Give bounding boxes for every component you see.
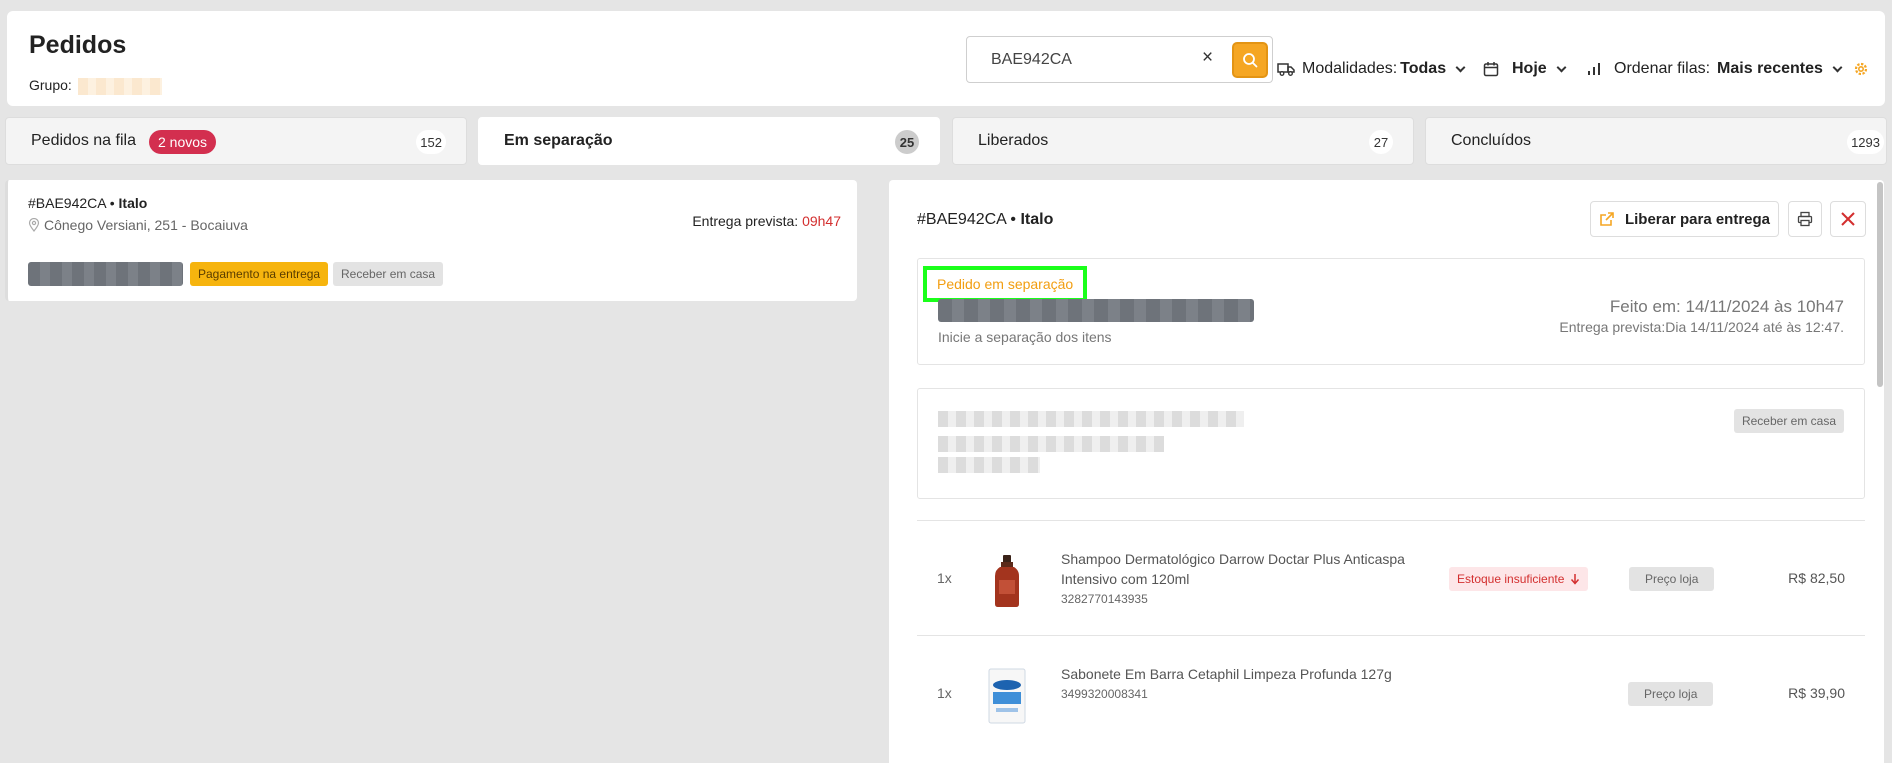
release-button[interactable]: Liberar para entrega bbox=[1590, 201, 1779, 237]
modality-label: Modalidades: bbox=[1302, 60, 1398, 77]
order-customer: Italo bbox=[118, 195, 148, 211]
redacted-customer-address bbox=[938, 436, 1164, 452]
group-label: Grupo: bbox=[29, 77, 72, 93]
tab-queue[interactable]: Pedidos na fila 2 novos 152 bbox=[5, 117, 467, 165]
tab-label: Em separação bbox=[504, 132, 613, 149]
redacted-status-bar bbox=[938, 299, 1254, 322]
separator-dot: • bbox=[1010, 211, 1021, 228]
item-code: 3499320008341 bbox=[1061, 687, 1148, 701]
customer-info-box: Receber em casa bbox=[917, 388, 1865, 499]
bars-icon bbox=[1588, 63, 1600, 75]
modality-value: Todas bbox=[1400, 60, 1447, 77]
close-icon bbox=[1841, 212, 1855, 226]
sort-filter[interactable]: Ordenar filas: Mais recentes bbox=[1587, 60, 1843, 78]
scrollbar[interactable] bbox=[1877, 182, 1883, 387]
chevron-down-icon bbox=[1556, 62, 1567, 72]
order-id-line: #BAE942CA • Italo bbox=[28, 195, 147, 211]
tab-completed[interactable]: Concluídos 1293 bbox=[1425, 117, 1887, 165]
new-orders-badge: 2 novos bbox=[149, 130, 217, 154]
eta-label: Entrega prevista: bbox=[692, 213, 799, 229]
order-id: #BAE942CA bbox=[28, 195, 106, 211]
order-address: Cônego Versiani, 251 - Bocaiuva bbox=[28, 217, 248, 233]
soap-box-icon bbox=[988, 668, 1026, 724]
redacted-customer-phone bbox=[938, 457, 1040, 473]
product-image bbox=[983, 668, 1031, 724]
sort-value: Mais recentes bbox=[1717, 60, 1823, 77]
item-price: R$ 82,50 bbox=[1788, 570, 1845, 586]
stock-badge: Estoque insuficiente bbox=[1449, 567, 1589, 591]
search-icon bbox=[1243, 53, 1258, 68]
address-text: Cônego Versiani, 251 - Bocaiuva bbox=[44, 217, 248, 233]
item-price: R$ 39,90 bbox=[1788, 685, 1845, 701]
item-info: Sabonete Em Barra Cetaphil Limpeza Profu… bbox=[1061, 664, 1441, 704]
detail-customer: Italo bbox=[1020, 211, 1054, 228]
item-quantity: 1x bbox=[937, 685, 952, 701]
calendar-icon bbox=[1483, 62, 1499, 77]
order-card[interactable]: #BAE942CA • Italo Cônego Versiani, 251 -… bbox=[5, 180, 857, 301]
gear-icon bbox=[1854, 62, 1868, 76]
group-value-redacted bbox=[77, 77, 162, 95]
status-box: Pedido em separação Inicie a separação d… bbox=[917, 258, 1865, 365]
tab-label: Liberados bbox=[978, 132, 1049, 149]
tab-count: 1293 bbox=[1847, 130, 1884, 154]
search-box: × bbox=[966, 36, 1273, 83]
product-image bbox=[983, 553, 1031, 609]
close-button[interactable] bbox=[1830, 201, 1866, 237]
tab-count: 27 bbox=[1369, 130, 1393, 154]
tab-count: 25 bbox=[895, 130, 919, 154]
redacted-tag bbox=[28, 262, 183, 286]
page-title: Pedidos bbox=[29, 31, 127, 59]
detail-order-id: #BAE942CA bbox=[917, 211, 1006, 228]
external-link-icon bbox=[1600, 212, 1614, 226]
eta-time: 09h47 bbox=[802, 213, 841, 229]
detail-title: #BAE942CA • Italo bbox=[917, 211, 1053, 229]
payment-tag: Pagamento na entrega bbox=[190, 262, 329, 286]
truck-icon bbox=[1277, 63, 1295, 76]
settings-button[interactable] bbox=[1853, 61, 1869, 82]
redacted-customer-name bbox=[938, 411, 1244, 427]
item-name: Sabonete Em Barra Cetaphil Limpeza Profu… bbox=[1061, 666, 1392, 682]
list-item: 1x Sabonete Em Barra Cetaphil Limpeza Pr… bbox=[917, 635, 1865, 751]
date-value: Hoje bbox=[1512, 60, 1547, 77]
printer-icon bbox=[1797, 211, 1813, 227]
detail-eta: Entrega prevista:Dia 14/11/2024 até às 1… bbox=[1559, 319, 1844, 335]
tab-label: Pedidos na fila bbox=[31, 132, 136, 149]
group-info: Grupo: bbox=[29, 77, 162, 95]
separator-dot: • bbox=[109, 195, 119, 211]
made-at: Feito em: 14/11/2024 às 10h47 bbox=[1609, 297, 1844, 316]
store-price-button[interactable]: Preço loja bbox=[1628, 682, 1714, 706]
sort-label: Ordenar filas: bbox=[1614, 60, 1711, 77]
item-info: Shampoo Dermatológico Darrow Doctar Plus… bbox=[1061, 549, 1441, 609]
delivery-tag: Receber em casa bbox=[333, 262, 444, 286]
chevron-down-icon bbox=[1832, 62, 1843, 72]
item-quantity: 1x bbox=[937, 570, 952, 586]
item-code: 3282770143935 bbox=[1061, 592, 1148, 606]
print-button[interactable] bbox=[1788, 201, 1822, 237]
search-button[interactable] bbox=[1232, 42, 1268, 78]
item-name: Shampoo Dermatológico Darrow Doctar Plus… bbox=[1061, 551, 1405, 587]
header-bar: Pedidos Grupo: × Modalidades: Todas bbox=[7, 11, 1885, 106]
status-hint: Inicie a separação dos itens bbox=[938, 329, 1112, 345]
clear-icon[interactable]: × bbox=[1202, 47, 1213, 69]
tab-released[interactable]: Liberados 27 bbox=[952, 117, 1414, 165]
shampoo-bottle-icon bbox=[995, 555, 1019, 607]
modality-filter[interactable]: Modalidades: Todas bbox=[1277, 60, 1466, 78]
arrow-down-icon bbox=[1571, 574, 1580, 585]
list-item: 1x Shampoo Dermatológico Darrow Doctar P… bbox=[917, 520, 1865, 636]
chevron-down-icon bbox=[1455, 62, 1466, 72]
stock-label: Estoque insuficiente bbox=[1457, 572, 1565, 586]
tab-label: Concluídos bbox=[1451, 132, 1532, 149]
location-pin-icon bbox=[28, 218, 40, 232]
date-filter[interactable]: Hoje bbox=[1483, 60, 1567, 78]
order-detail-panel: #BAE942CA • Italo Liberar para entrega P… bbox=[889, 180, 1884, 763]
status-label: Pedido em separação bbox=[923, 266, 1088, 302]
search-input[interactable] bbox=[991, 49, 1191, 71]
store-price-button[interactable]: Preço loja bbox=[1629, 567, 1715, 591]
tab-separating[interactable]: Em separação 25 bbox=[478, 117, 940, 165]
order-eta: Entrega prevista: 09h47 bbox=[692, 213, 841, 229]
tab-count: 152 bbox=[416, 130, 446, 154]
delivery-tag: Receber em casa bbox=[1733, 409, 1844, 433]
release-label: Liberar para entrega bbox=[1624, 210, 1771, 228]
